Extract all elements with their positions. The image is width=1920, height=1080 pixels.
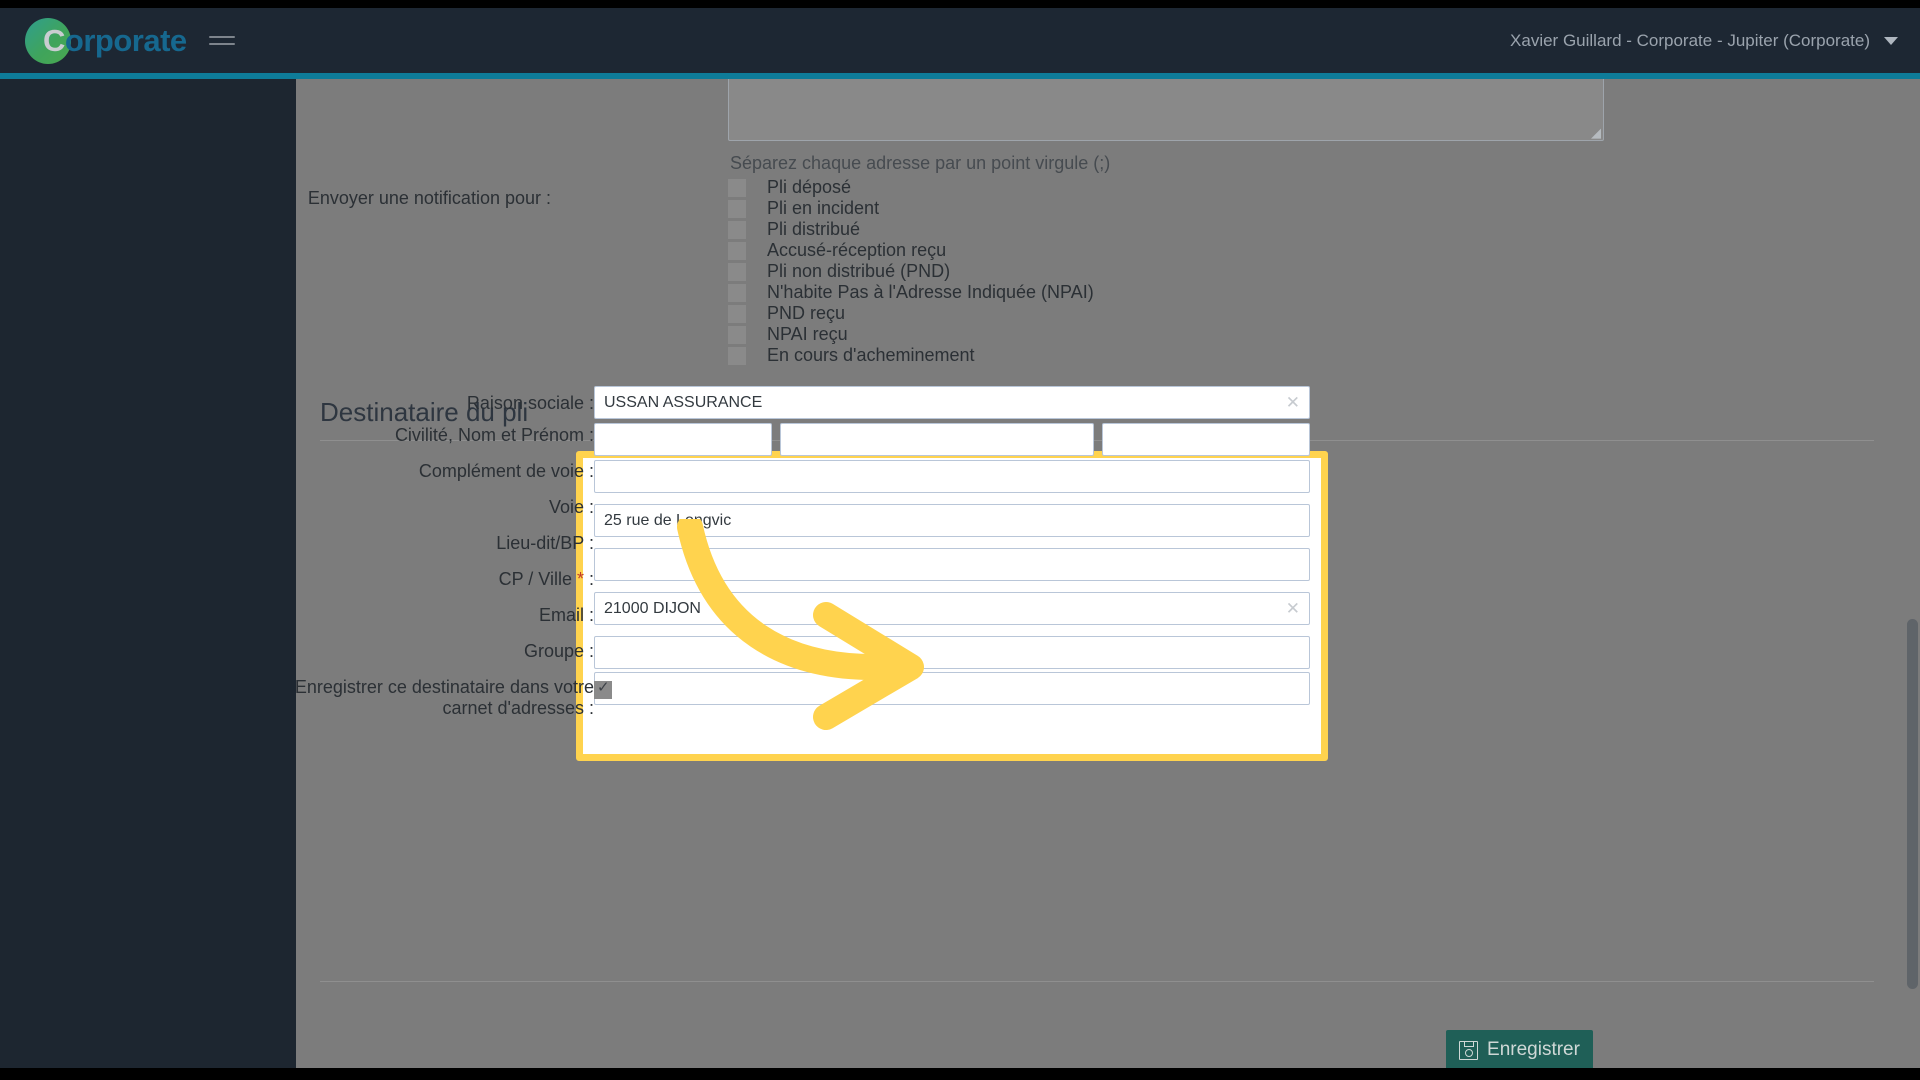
notification-option-label: N'habite Pas à l'Adresse Indiquée (NPAI) xyxy=(767,282,1094,302)
label-cp-ville: CP / Ville * : xyxy=(499,569,594,590)
notification-option-row[interactable]: Accusé-réception reçu xyxy=(728,240,1094,261)
notification-options-list: Pli déposé Pli en incident Pli distribué… xyxy=(728,177,1094,366)
checkbox-npai-recu[interactable] xyxy=(728,325,746,344)
save-button[interactable]: Enregistrer xyxy=(1446,1030,1593,1068)
user-account-label: Xavier Guillard - Corporate - Jupiter (C… xyxy=(1510,30,1870,50)
checkbox-save-address-book[interactable] xyxy=(594,679,612,699)
notification-option-label: En cours d'acheminement xyxy=(767,345,975,365)
checkbox-accuse-reception-recu[interactable] xyxy=(728,241,746,260)
app-header: Corporate Xavier Guillard - Corporate - … xyxy=(0,8,1920,73)
hamburger-bar-1 xyxy=(208,36,235,38)
input-voie-value: 25 rue de Longvic xyxy=(604,512,732,529)
brand-capital-letter: C xyxy=(43,22,65,58)
notification-option-label: PND reçu xyxy=(767,303,846,323)
textarea-resize-handle[interactable]: ◢ xyxy=(1588,126,1601,139)
notification-option-label: Pli en incident xyxy=(767,198,880,218)
label-save-address-book: Enregistrer ce destinataire dans votre c… xyxy=(296,677,594,719)
checkbox-pli-distribue[interactable] xyxy=(728,220,746,239)
input-prenom[interactable] xyxy=(1102,423,1310,456)
clear-x-icon[interactable]: ✕ xyxy=(1286,593,1300,624)
notification-option-label: Accusé-réception reçu xyxy=(767,240,947,260)
notification-option-label: Pli non distribué (PND) xyxy=(767,261,951,281)
label-groupe: Groupe : xyxy=(523,641,594,661)
input-nom[interactable] xyxy=(780,423,1094,456)
form-page: ◢ Séparez chaque adresse par un point vi… xyxy=(296,79,1896,1068)
notification-option-row[interactable]: Pli distribué xyxy=(728,219,1094,240)
brand-logo-area[interactable]: Corporate xyxy=(25,17,187,64)
required-asterisk: * xyxy=(576,569,584,589)
label-voie: Voie : xyxy=(548,497,594,517)
checkbox-en-cours-acheminement[interactable] xyxy=(728,346,746,365)
hamburger-icon[interactable] xyxy=(208,31,235,51)
label-raison-sociale: Raison sociale : xyxy=(466,393,594,413)
floppy-disk-icon xyxy=(1459,1040,1479,1060)
notification-option-row[interactable]: Pli en incident xyxy=(728,198,1094,219)
input-raison-sociale-value: USSAN ASSURANCE xyxy=(604,394,763,411)
checkbox-pli-en-incident[interactable] xyxy=(728,199,746,218)
top-black-strip xyxy=(0,0,1920,8)
notification-option-label: NPAI reçu xyxy=(767,324,848,344)
checkbox-pli-non-distribue[interactable] xyxy=(728,262,746,281)
footer-divider xyxy=(320,981,1874,982)
label-cp-ville-text: CP / Ville xyxy=(498,569,577,589)
input-cp-ville[interactable]: 21000 DIJON ✕ xyxy=(594,592,1310,625)
checkbox-npai[interactable] xyxy=(728,283,746,302)
hamburger-bar-2 xyxy=(208,43,235,45)
input-groupe[interactable] xyxy=(594,672,1310,705)
label-save-address-book-line2: carnet d'adresses : xyxy=(442,698,594,719)
user-account-menu[interactable]: Xavier Guillard - Corporate - Jupiter (C… xyxy=(1510,31,1898,51)
input-complement-voie[interactable] xyxy=(594,460,1310,493)
notification-group-label: Envoyer une notification pour : xyxy=(307,188,551,208)
vertical-scrollbar-track[interactable] xyxy=(1904,79,1920,1068)
input-cp-ville-value: 21000 DIJON xyxy=(604,600,701,617)
input-lieu-dit-bp[interactable] xyxy=(594,548,1310,581)
clear-x-icon[interactable]: ✕ xyxy=(1286,387,1300,418)
label-save-address-book-line1: Enregistrer ce destinataire dans votre xyxy=(296,677,594,697)
bottom-black-strip xyxy=(0,1068,1920,1080)
input-civilite[interactable] xyxy=(594,423,772,456)
label-complement-voie: Complément de voie : xyxy=(418,461,594,481)
notification-option-label: Pli distribué xyxy=(767,219,861,239)
vertical-scrollbar-thumb[interactable] xyxy=(1907,619,1918,989)
notification-option-row[interactable]: En cours d'acheminement xyxy=(728,345,1094,366)
label-cp-ville-suffix: : xyxy=(583,569,594,589)
brand-title: Corporate xyxy=(43,23,187,59)
email-separator-hint: Séparez chaque adresse par un point virg… xyxy=(730,153,1111,173)
brand-rest-letters: orporate xyxy=(64,22,187,58)
left-sidebar xyxy=(0,79,296,1068)
save-button-label: Enregistrer xyxy=(1487,1039,1580,1060)
notification-option-row[interactable]: Pli déposé xyxy=(728,177,1094,198)
notification-option-row[interactable]: N'habite Pas à l'Adresse Indiquée (NPAI) xyxy=(728,282,1094,303)
checkbox-pnd-recu[interactable] xyxy=(728,304,746,323)
label-lieu-dit-bp: Lieu-dit/BP : xyxy=(496,533,594,553)
input-raison-sociale[interactable]: USSAN ASSURANCE ✕ xyxy=(594,386,1310,419)
chevron-down-icon xyxy=(1884,36,1898,45)
input-voie[interactable]: 25 rue de Longvic xyxy=(594,504,1310,537)
notification-option-row[interactable]: Pli non distribué (PND) xyxy=(728,261,1094,282)
label-civilite-nom-prenom: Civilité, Nom et Prénom : xyxy=(394,425,594,445)
app-screen: Corporate Xavier Guillard - Corporate - … xyxy=(0,0,1920,1080)
notification-option-row[interactable]: NPAI reçu xyxy=(728,324,1094,345)
checkbox-pli-depose[interactable] xyxy=(728,178,746,197)
input-email[interactable] xyxy=(594,636,1310,669)
notification-option-row[interactable]: PND reçu xyxy=(728,303,1094,324)
notification-option-label: Pli déposé xyxy=(767,177,852,197)
main-content-area: ◢ Séparez chaque adresse par un point vi… xyxy=(296,79,1920,1068)
label-email: Email : xyxy=(538,605,594,625)
notification-emails-textarea[interactable]: ◢ xyxy=(728,79,1604,141)
